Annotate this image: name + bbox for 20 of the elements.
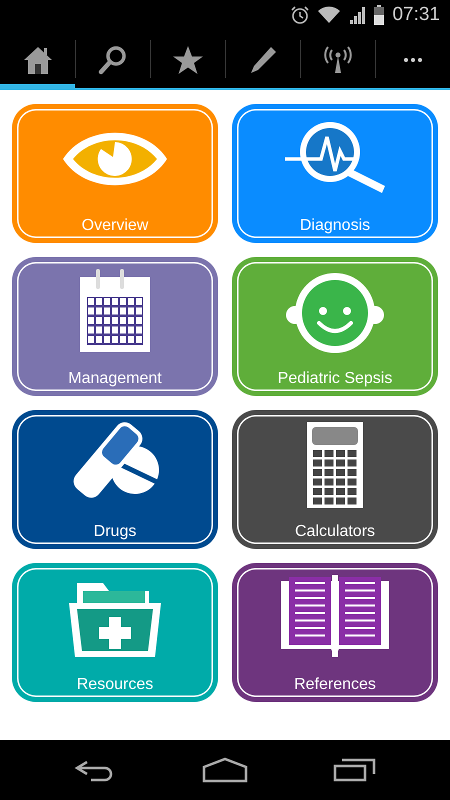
menu-tile[interactable]: Calculators xyxy=(232,410,438,549)
recent-apps-icon[interactable] xyxy=(333,758,378,782)
clock-time: 07:31 xyxy=(392,4,440,26)
home-icon xyxy=(22,44,54,76)
menu-tile[interactable]: Pediatric Sepsis xyxy=(232,257,438,396)
antenna-icon xyxy=(322,44,354,76)
menu-tile[interactable]: References xyxy=(232,563,438,702)
menu-tile[interactable]: Resources xyxy=(12,563,218,702)
menu-tile[interactable]: Management xyxy=(12,257,218,396)
alarm-icon xyxy=(290,5,310,25)
battery-icon xyxy=(374,5,384,25)
signal-icon xyxy=(348,6,366,24)
star-icon xyxy=(172,44,204,76)
menu-tile[interactable]: Drugs xyxy=(12,410,218,549)
search-icon xyxy=(96,44,128,76)
menu-tile[interactable]: Overview xyxy=(12,104,218,243)
menu-tile[interactable]: Diagnosis xyxy=(232,104,438,243)
overflow-menu-icon xyxy=(402,56,422,64)
wifi-icon xyxy=(318,6,340,24)
home-icon[interactable] xyxy=(202,757,248,783)
